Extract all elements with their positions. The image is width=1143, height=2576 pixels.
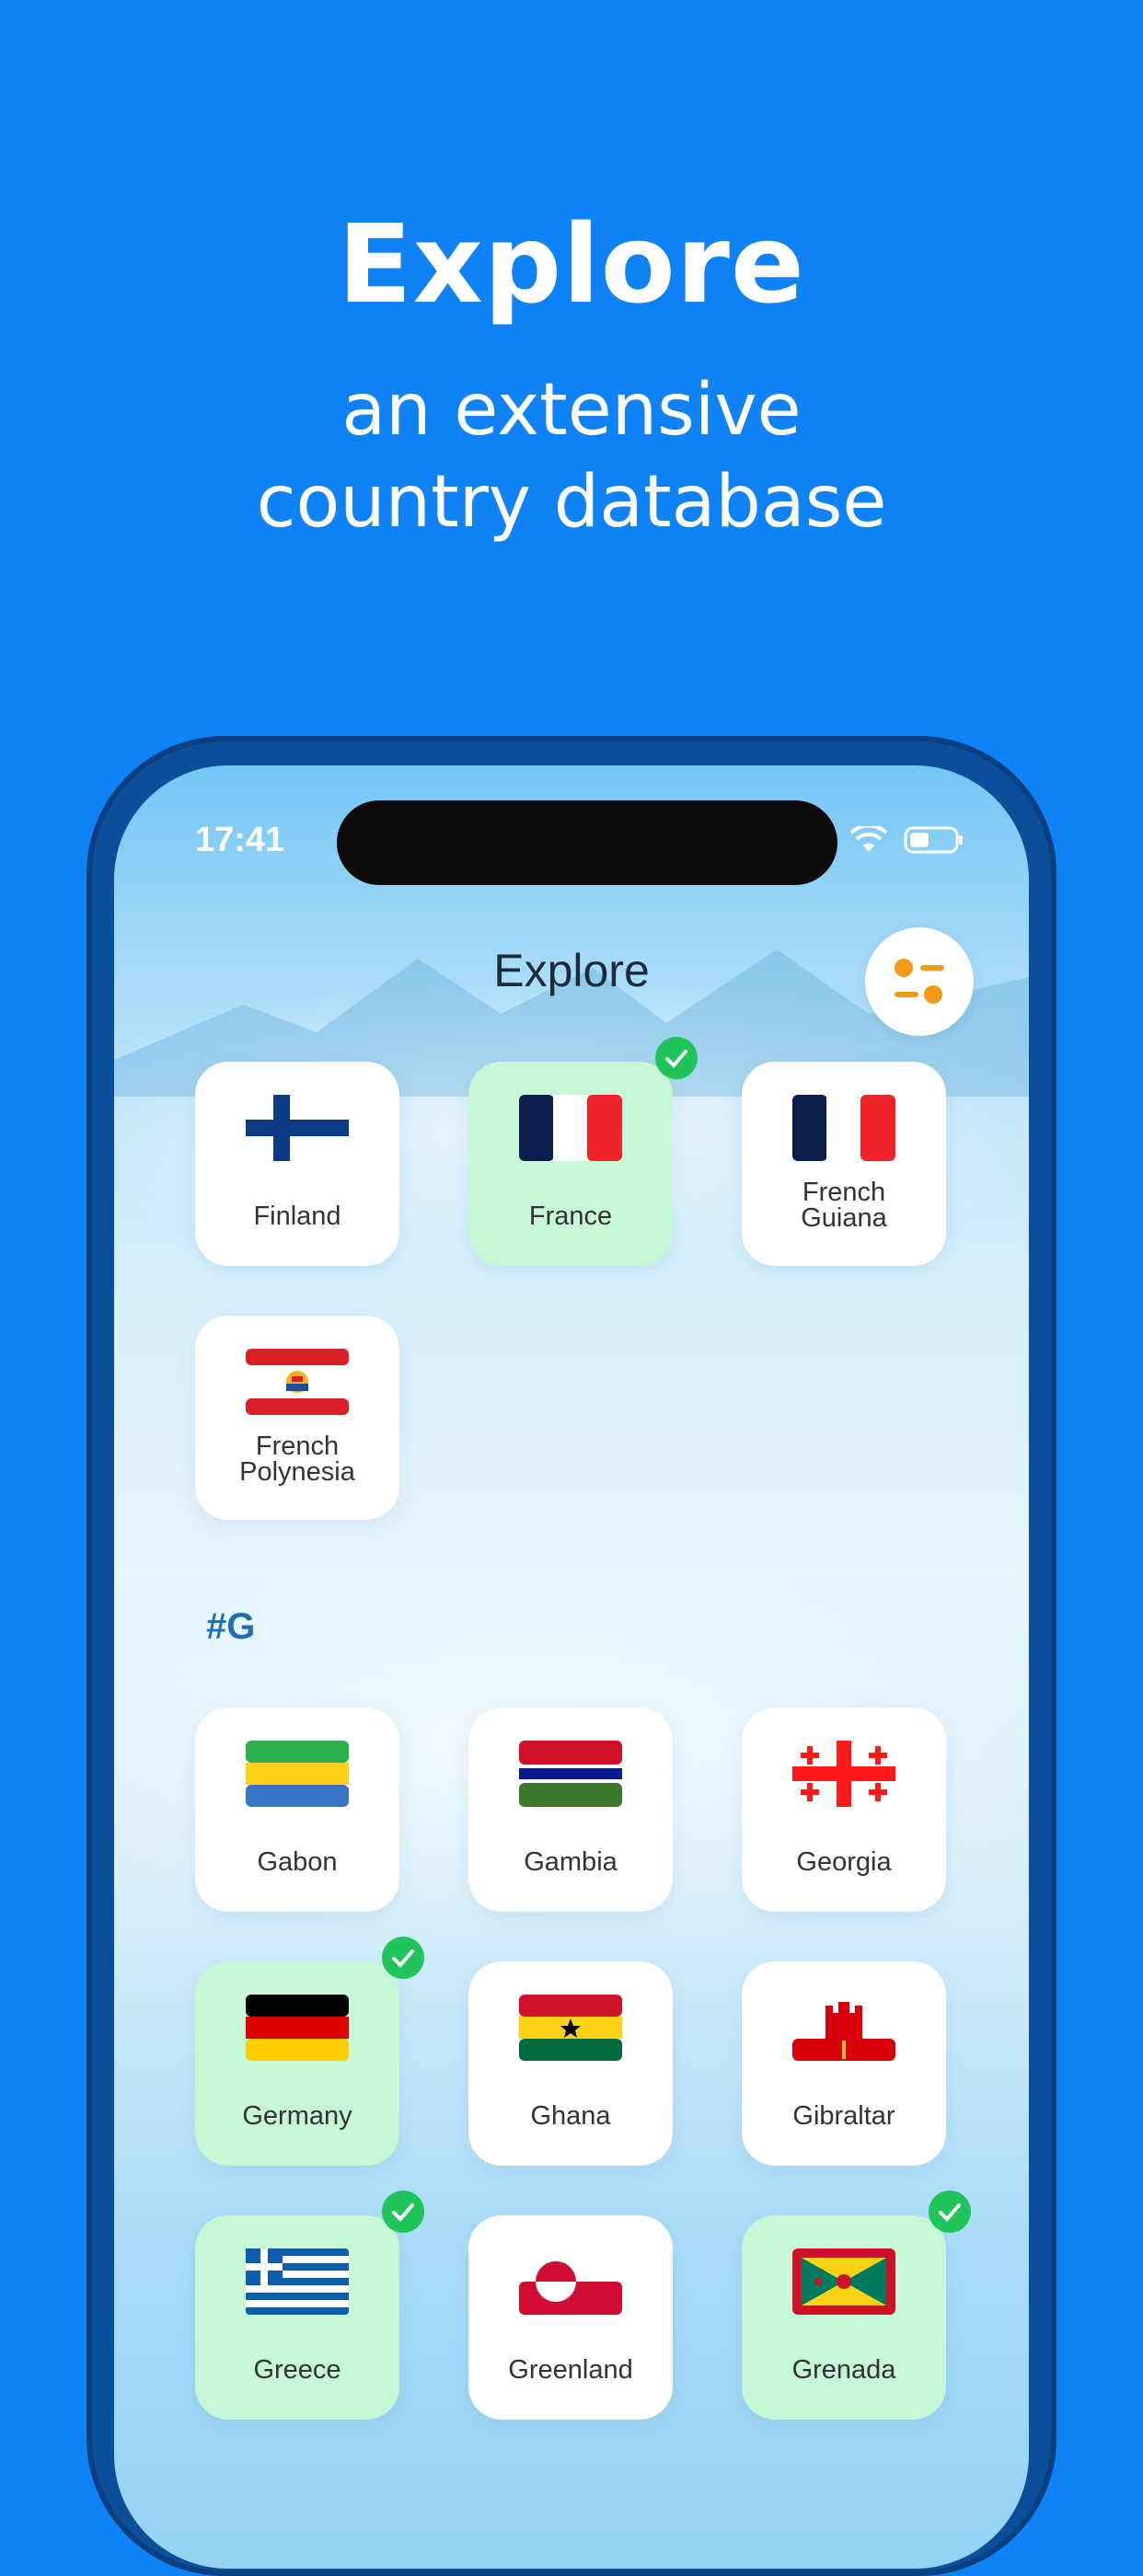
country-tile-gambia[interactable]: Gambia	[468, 1708, 673, 1912]
check-icon	[382, 1937, 424, 1979]
promo-title: Explore	[338, 201, 805, 328]
french-guiana-flag-icon	[792, 1095, 895, 1161]
country-name-line2: Polynesia	[239, 1457, 355, 1487]
country-name: Gibraltar	[792, 2101, 895, 2131]
phone-screen: 17:41 Explore Finland France French Guia…	[114, 765, 1029, 2569]
country-tile-gibraltar[interactable]: Gibraltar	[742, 1961, 946, 2166]
country-name: Grenada	[791, 2355, 896, 2385]
country-tile-french-guiana[interactable]: French Guiana	[742, 1062, 946, 1266]
germany-flag-icon	[246, 1995, 349, 2061]
gambia-flag-icon	[519, 1741, 622, 1807]
country-name: Gambia	[524, 1847, 618, 1877]
status-time: 17:41	[195, 821, 285, 859]
country-name-line2: Guiana	[801, 1203, 887, 1233]
georgia-flag-icon	[792, 1741, 895, 1807]
country-name: Greenland	[508, 2355, 633, 2385]
france-flag-icon	[519, 1095, 622, 1161]
country-name: France	[528, 1202, 613, 1231]
battery-icon	[904, 826, 963, 854]
country-tile-france[interactable]: France	[468, 1037, 698, 1266]
country-tile-grenada[interactable]: Grenada	[742, 2191, 971, 2420]
gibraltar-flag-icon	[792, 1995, 895, 2061]
check-icon	[655, 1037, 698, 1079]
country-tile-greenland[interactable]: Greenland	[468, 2215, 673, 2420]
country-name: Germany	[242, 2101, 352, 2131]
country-tile-germany[interactable]: Germany	[195, 1937, 424, 2166]
country-tile-gabon[interactable]: Gabon	[195, 1708, 399, 1912]
gabon-flag-icon	[246, 1741, 349, 1807]
country-name: French Polynesia	[195, 1432, 399, 1487]
check-icon	[929, 2191, 971, 2233]
country-name: Finland	[253, 1202, 341, 1231]
finland-flag-icon	[246, 1095, 349, 1161]
promo-subtitle-line1: an extensive	[341, 369, 802, 452]
country-name: French Guiana	[742, 1178, 946, 1233]
promo-subtitle-line2: country database	[256, 461, 887, 544]
ghana-flag-icon	[519, 1995, 622, 2061]
filter-button[interactable]	[865, 927, 974, 1036]
country-tile-greece[interactable]: Greece	[195, 2191, 424, 2420]
country-name-line1: French	[802, 1178, 886, 1207]
greenland-flag-icon	[519, 2248, 622, 2315]
section-header-g: #G	[206, 1606, 256, 1647]
country-tile-ghana[interactable]: Ghana	[468, 1961, 673, 2166]
promo-subtitle: an extensive country database	[0, 364, 1143, 548]
check-icon	[382, 2191, 424, 2233]
country-name: Greece	[253, 2355, 341, 2385]
country-name-line1: French	[255, 1432, 340, 1461]
country-name: Georgia	[796, 1847, 892, 1877]
wifi-icon	[850, 826, 887, 852]
country-tile-georgia[interactable]: Georgia	[742, 1708, 946, 1912]
status-icons	[850, 826, 964, 854]
country-tile-french-polynesia[interactable]: French Polynesia	[195, 1316, 399, 1520]
country-name: Gabon	[257, 1847, 338, 1877]
grenada-flag-icon	[792, 2248, 895, 2315]
greece-flag-icon	[246, 2248, 349, 2315]
french-polynesia-flag-icon	[246, 1349, 349, 1415]
filter-icon	[895, 959, 944, 1004]
dynamic-island	[337, 800, 837, 885]
country-tile-finland[interactable]: Finland	[195, 1062, 399, 1266]
country-name: Ghana	[530, 2101, 611, 2131]
